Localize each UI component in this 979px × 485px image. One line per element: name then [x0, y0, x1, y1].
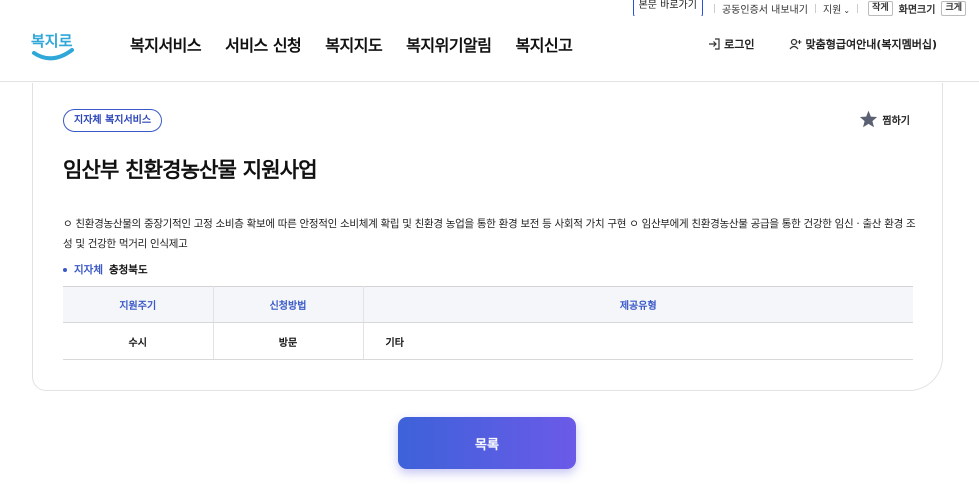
service-info-table: 지원주기 신청방법 제공유형 수시 방문 기타: [63, 286, 913, 360]
list-button[interactable]: 목록: [398, 417, 576, 469]
support-label: 지원: [822, 4, 842, 16]
site-header: 복지로 복지서비스 서비스 신청 복지지도 복지위기알림 복지신고 로그인 맞춤…: [0, 16, 979, 82]
membership-label: 맞춤형급여안내(복지멤버십): [805, 38, 938, 51]
table-row: 수시 방문 기타: [63, 322, 913, 360]
cell-support-cycle: 수시: [63, 322, 214, 360]
login-icon: [709, 38, 720, 50]
agency-value: 충청북도: [108, 264, 148, 276]
service-title: 임산부 친환경농산물 지원사업: [63, 158, 318, 182]
nav-welfare-services[interactable]: 복지서비스: [130, 32, 202, 56]
service-detail-card: 지자체 복지서비스 찜하기 임산부 친환경농산물 지원사업 ㅇ 친환경농산물의 …: [32, 83, 943, 391]
membership-link[interactable]: 맞춤형급여안내(복지멤버십): [789, 36, 938, 52]
agency-label: 지자체: [74, 264, 103, 276]
zoom-label: 화면크기: [898, 4, 936, 16]
divider: [857, 3, 859, 13]
site-logo[interactable]: 복지로: [28, 24, 78, 64]
zoom-in-button[interactable]: 크게: [941, 0, 966, 16]
divider: [814, 3, 816, 13]
main-nav: 복지서비스 서비스 신청 복지지도 복지위기알림 복지신고: [130, 32, 596, 56]
header-provision-type: 제공유형: [363, 286, 913, 323]
table-header-row: 지원주기 신청방법 제공유형: [63, 286, 913, 323]
cert-export-link[interactable]: 공동인증서 내보내기: [722, 1, 808, 16]
star-icon: [860, 110, 878, 128]
nav-welfare-map[interactable]: 복지지도: [325, 32, 382, 56]
divider: [713, 3, 715, 13]
login-label: 로그인: [724, 38, 755, 51]
nav-crisis-alert[interactable]: 복지위기알림: [406, 32, 492, 56]
user-plus-icon: [789, 38, 801, 50]
utility-bar: 본문 바로가기 공동인증서 내보내기 지원 ⌄ 작게 화면크기 크게: [632, 0, 969, 18]
header-application-method: 신청방법: [213, 286, 364, 323]
service-description: ㅇ 친환경농산물의 중장기적인 고정 소비층 확보에 따른 안정적인 소비체계 …: [63, 218, 916, 250]
cell-application-method: 방문: [213, 322, 364, 360]
support-menu[interactable]: 지원 ⌄: [823, 1, 850, 16]
svg-text:복지로: 복지로: [31, 32, 73, 50]
chevron-down-icon: ⌄: [843, 5, 851, 15]
zoom-out-button[interactable]: 작게: [868, 0, 893, 16]
nav-service-application[interactable]: 서비스 신청: [225, 32, 302, 56]
favorite-button[interactable]: 찜하기: [859, 110, 910, 128]
service-category-badge: 지자체 복지서비스: [63, 109, 163, 132]
cell-provision-type: 기타: [363, 322, 913, 360]
logo-mark-icon: 복지로: [31, 32, 74, 61]
bullet-icon: [63, 267, 67, 272]
agency-info: 지자체 충청북도: [63, 262, 148, 277]
header-support-cycle: 지원주기: [63, 286, 214, 323]
favorite-label: 찜하기: [882, 115, 910, 127]
nav-welfare-report[interactable]: 복지신고: [516, 32, 573, 56]
header-actions: 로그인 맞춤형급여안내(복지멤버십): [708, 36, 937, 52]
login-link[interactable]: 로그인: [708, 36, 755, 52]
